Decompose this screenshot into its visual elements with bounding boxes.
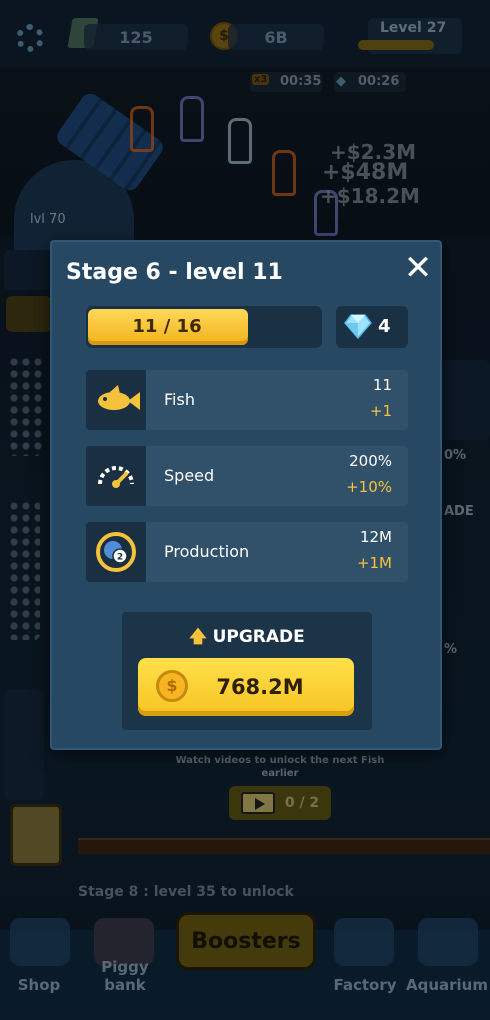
modal-title: Stage 6 - level 11	[66, 260, 283, 285]
coin-icon: $	[156, 670, 188, 702]
stage-progress-text: 11 / 16	[132, 316, 202, 337]
diamond-icon	[344, 314, 372, 340]
upgrade-title-text: UPGRADE	[212, 627, 305, 647]
stat-label-production: Production	[164, 542, 250, 561]
svg-text:2: 2	[117, 553, 123, 563]
stat-delta-speed: +10%	[346, 478, 392, 496]
upgrade-price: 768.2M	[216, 675, 304, 699]
stat-label-speed: Speed	[164, 466, 215, 485]
stat-value-production: 12M	[359, 528, 392, 546]
stat-value-speed: 200%	[349, 452, 392, 470]
speedometer-icon	[86, 446, 146, 506]
up-arrow-icon: 🡅	[189, 627, 207, 647]
stat-label-fish: Fish	[164, 390, 195, 409]
stat-value-fish: 11	[372, 376, 392, 394]
stat-delta-fish: +1	[369, 402, 392, 420]
fish-icon	[86, 370, 146, 430]
upgrade-panel: 🡅 UPGRADE $ 768.2M	[122, 612, 372, 730]
upgrade-title: 🡅 UPGRADE	[122, 624, 372, 653]
stat-row-fish: Fish 11 +1	[86, 370, 408, 430]
stat-delta-production: +1M	[356, 554, 392, 572]
stat-row-speed: Speed 200% +10%	[86, 446, 408, 506]
upgrade-button[interactable]: $ 768.2M	[138, 658, 354, 716]
close-icon[interactable]: ✕	[400, 250, 436, 286]
stage-upgrade-modal: Stage 6 - level 11 ✕ 11 / 16 4 Fish 11 +…	[50, 240, 442, 750]
production-icon: 2	[86, 522, 146, 582]
stat-row-production: 2 Production 12M +1M	[86, 522, 408, 582]
gem-reward-count: 4	[378, 316, 391, 337]
